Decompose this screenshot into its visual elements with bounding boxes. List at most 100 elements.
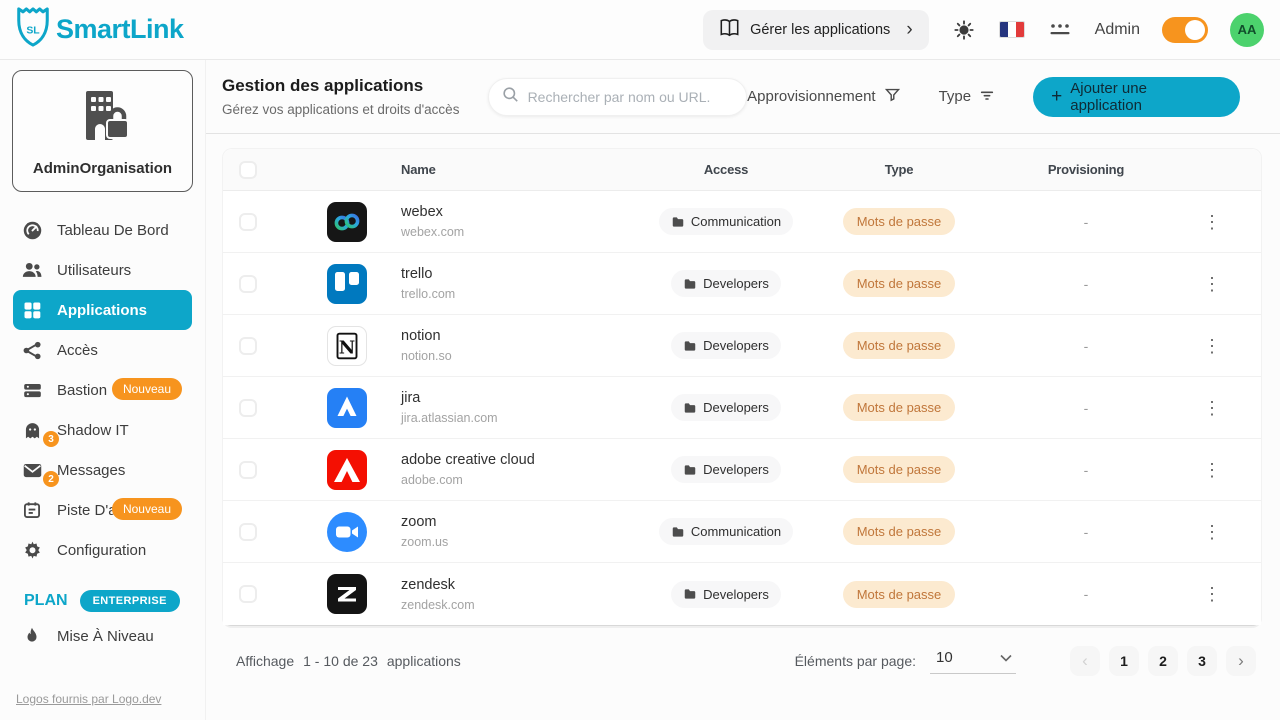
sidebar-item-acces[interactable]: Accès	[13, 330, 192, 370]
flame-icon	[21, 625, 43, 647]
type-pill: Mots de passe	[843, 208, 956, 235]
sidebar-item-tableau-de-bord[interactable]: Tableau De Bord	[13, 210, 192, 250]
row-menu-icon[interactable]: ⋮	[1199, 581, 1225, 607]
trello-app-icon	[327, 264, 367, 304]
next-page-button[interactable]: ›	[1226, 646, 1256, 676]
row-menu-icon[interactable]: ⋮	[1199, 333, 1225, 359]
row-menu-icon[interactable]: ⋮	[1199, 457, 1225, 483]
folder-icon	[683, 401, 697, 415]
type-pill: Mots de passe	[843, 332, 956, 359]
organisation-card[interactable]: AdminOrganisation	[12, 70, 193, 192]
search-input[interactable]	[528, 89, 735, 105]
column-header-provisioning: Provisioning	[1048, 162, 1124, 177]
sidebar-item-configuration[interactable]: Configuration	[13, 530, 192, 570]
access-pill: Developers	[671, 270, 781, 297]
sidebar-item-piste-daudit[interactable]: Piste D'audit Nouveau	[13, 490, 192, 530]
search-icon	[501, 85, 520, 109]
row-checkbox[interactable]	[239, 523, 257, 541]
row-checkbox[interactable]	[239, 275, 257, 293]
pagination: ‹ 1 2 3 ›	[1070, 646, 1256, 676]
organisation-name: AdminOrganisation	[19, 160, 186, 177]
book-icon	[719, 18, 740, 41]
users-icon	[21, 259, 43, 281]
folder-icon	[683, 463, 697, 477]
row-checkbox[interactable]	[239, 585, 257, 603]
filter-type-label: Type	[939, 88, 972, 105]
mail-icon	[21, 459, 43, 481]
add-application-button[interactable]: + Ajouter une application	[1033, 77, 1240, 117]
access-pill: Developers	[671, 456, 781, 483]
row-menu-icon[interactable]: ⋮	[1199, 395, 1225, 421]
row-menu-icon[interactable]: ⋮	[1199, 519, 1225, 545]
provisioning-value: -	[1084, 586, 1089, 602]
sidebar-item-label: Tableau De Bord	[57, 222, 169, 239]
logos-credit-link[interactable]: Logos fournis par Logo.dev	[16, 692, 161, 706]
filter-type[interactable]: Type	[939, 87, 996, 107]
sidebar-item-messages[interactable]: Messages 2	[13, 450, 192, 490]
type-pill: Mots de passe	[843, 518, 956, 545]
adobe-app-icon	[327, 450, 367, 490]
per-page-label: Éléments par page:	[795, 653, 916, 669]
dashboard-icon	[21, 219, 43, 241]
filter-provisioning[interactable]: Approvisionnement	[747, 86, 900, 107]
more-options-icon[interactable]	[1047, 17, 1073, 43]
admin-mode-toggle[interactable]	[1162, 17, 1208, 43]
sidebar-item-label: Accès	[57, 342, 98, 359]
ghost-icon	[21, 419, 43, 441]
page-button-2[interactable]: 2	[1148, 646, 1178, 676]
type-pill: Mots de passe	[843, 270, 956, 297]
sidebar-item-bastion[interactable]: Bastion Nouveau	[13, 370, 192, 410]
showing-label: Affichage	[236, 653, 294, 669]
sidebar-item-label: Shadow IT	[57, 422, 129, 439]
showing-range: 1 - 10 de 23	[303, 653, 378, 669]
funnel-icon	[884, 86, 901, 107]
theme-sun-icon[interactable]	[951, 17, 977, 43]
sidebar-item-mise-a-niveau[interactable]: Mise À Niveau	[13, 616, 192, 656]
manage-apps-button[interactable]: Gérer les applications ›	[703, 10, 929, 50]
sidebar-item-shadow-it[interactable]: Shadow IT 3	[13, 410, 192, 450]
chevron-down-icon	[1000, 649, 1012, 666]
per-page-value: 10	[936, 649, 953, 666]
row-checkbox[interactable]	[239, 337, 257, 355]
add-application-label: Ajouter une application	[1070, 80, 1222, 114]
nouveau-badge: Nouveau	[112, 498, 182, 520]
app-name: adobe creative cloud	[401, 452, 651, 468]
prev-page-button[interactable]: ‹	[1070, 646, 1100, 676]
table-row: zendesk zendesk.com Developers Mots de p…	[223, 563, 1261, 625]
plan-row: PLAN ENTERPRISE	[24, 590, 205, 612]
app-domain: notion.so	[401, 349, 651, 363]
provisioning-value: -	[1084, 214, 1089, 230]
filter-provisioning-label: Approvisionnement	[747, 88, 875, 105]
sidebar-item-applications[interactable]: Applications	[13, 290, 192, 330]
access-pill: Communication	[659, 208, 793, 235]
sidebar-item-label: Applications	[57, 302, 147, 319]
app-domain: webex.com	[401, 225, 651, 239]
access-pill: Developers	[671, 581, 781, 608]
row-menu-icon[interactable]: ⋮	[1199, 271, 1225, 297]
page-button-3[interactable]: 3	[1187, 646, 1217, 676]
app-domain: zoom.us	[401, 535, 651, 549]
french-flag-icon[interactable]	[999, 21, 1025, 38]
provisioning-value: -	[1084, 462, 1089, 478]
row-menu-icon[interactable]: ⋮	[1199, 209, 1225, 235]
manage-apps-label: Gérer les applications	[750, 22, 890, 38]
calendar-icon	[21, 499, 43, 521]
app-name: notion	[401, 328, 651, 344]
brand-logo[interactable]: SL SmartLink	[14, 6, 184, 53]
row-checkbox[interactable]	[239, 213, 257, 231]
page-subtitle: Gérez vos applications et droits d'accès	[222, 102, 474, 117]
app-domain: zendesk.com	[401, 598, 651, 612]
sidebar-item-label: Configuration	[57, 542, 146, 559]
per-page-select[interactable]: 10	[930, 649, 1016, 674]
sidebar: AdminOrganisation Tableau De Bord	[0, 60, 206, 720]
column-header-type: Type	[885, 162, 914, 177]
svg-text:SL: SL	[26, 26, 40, 37]
row-checkbox[interactable]	[239, 461, 257, 479]
avatar[interactable]: AA	[1230, 13, 1264, 47]
upgrade-label: Mise À Niveau	[57, 628, 154, 645]
page-button-1[interactable]: 1	[1109, 646, 1139, 676]
select-all-checkbox[interactable]	[239, 161, 257, 179]
row-checkbox[interactable]	[239, 399, 257, 417]
sidebar-item-utilisateurs[interactable]: Utilisateurs	[13, 250, 192, 290]
server-icon	[21, 379, 43, 401]
